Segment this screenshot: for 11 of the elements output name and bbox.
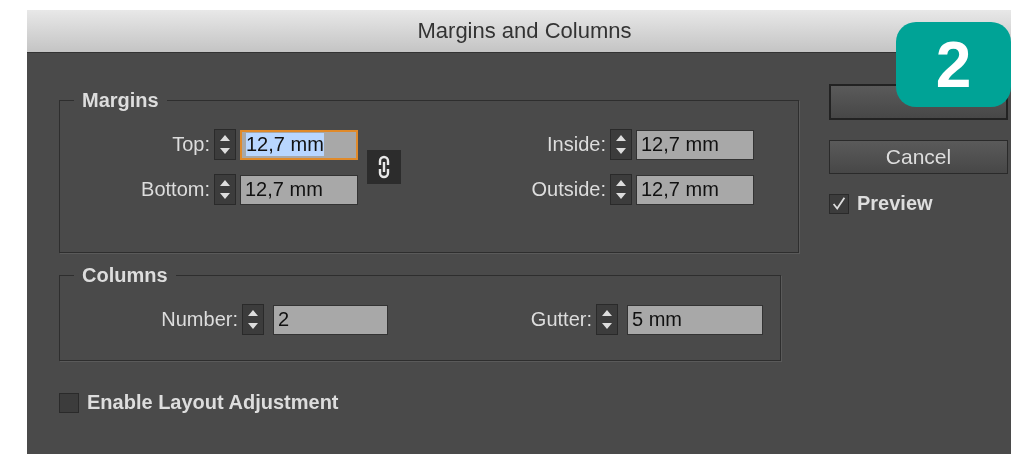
- field-label: Outside:: [530, 178, 606, 201]
- field-label: Bottom:: [140, 178, 210, 201]
- checkbox-label: Preview: [857, 192, 933, 215]
- step-number-tooltip: 2: [896, 22, 1011, 107]
- checkbox-label: Enable Layout Adjustment: [87, 391, 339, 414]
- window-title: Margins and Columns: [417, 18, 632, 44]
- field-label: Gutter:: [529, 308, 592, 331]
- group-legend: Margins: [74, 89, 167, 112]
- field-label: Inside:: [546, 133, 606, 156]
- field-label: Number:: [160, 308, 238, 331]
- field-label: Top:: [171, 133, 210, 156]
